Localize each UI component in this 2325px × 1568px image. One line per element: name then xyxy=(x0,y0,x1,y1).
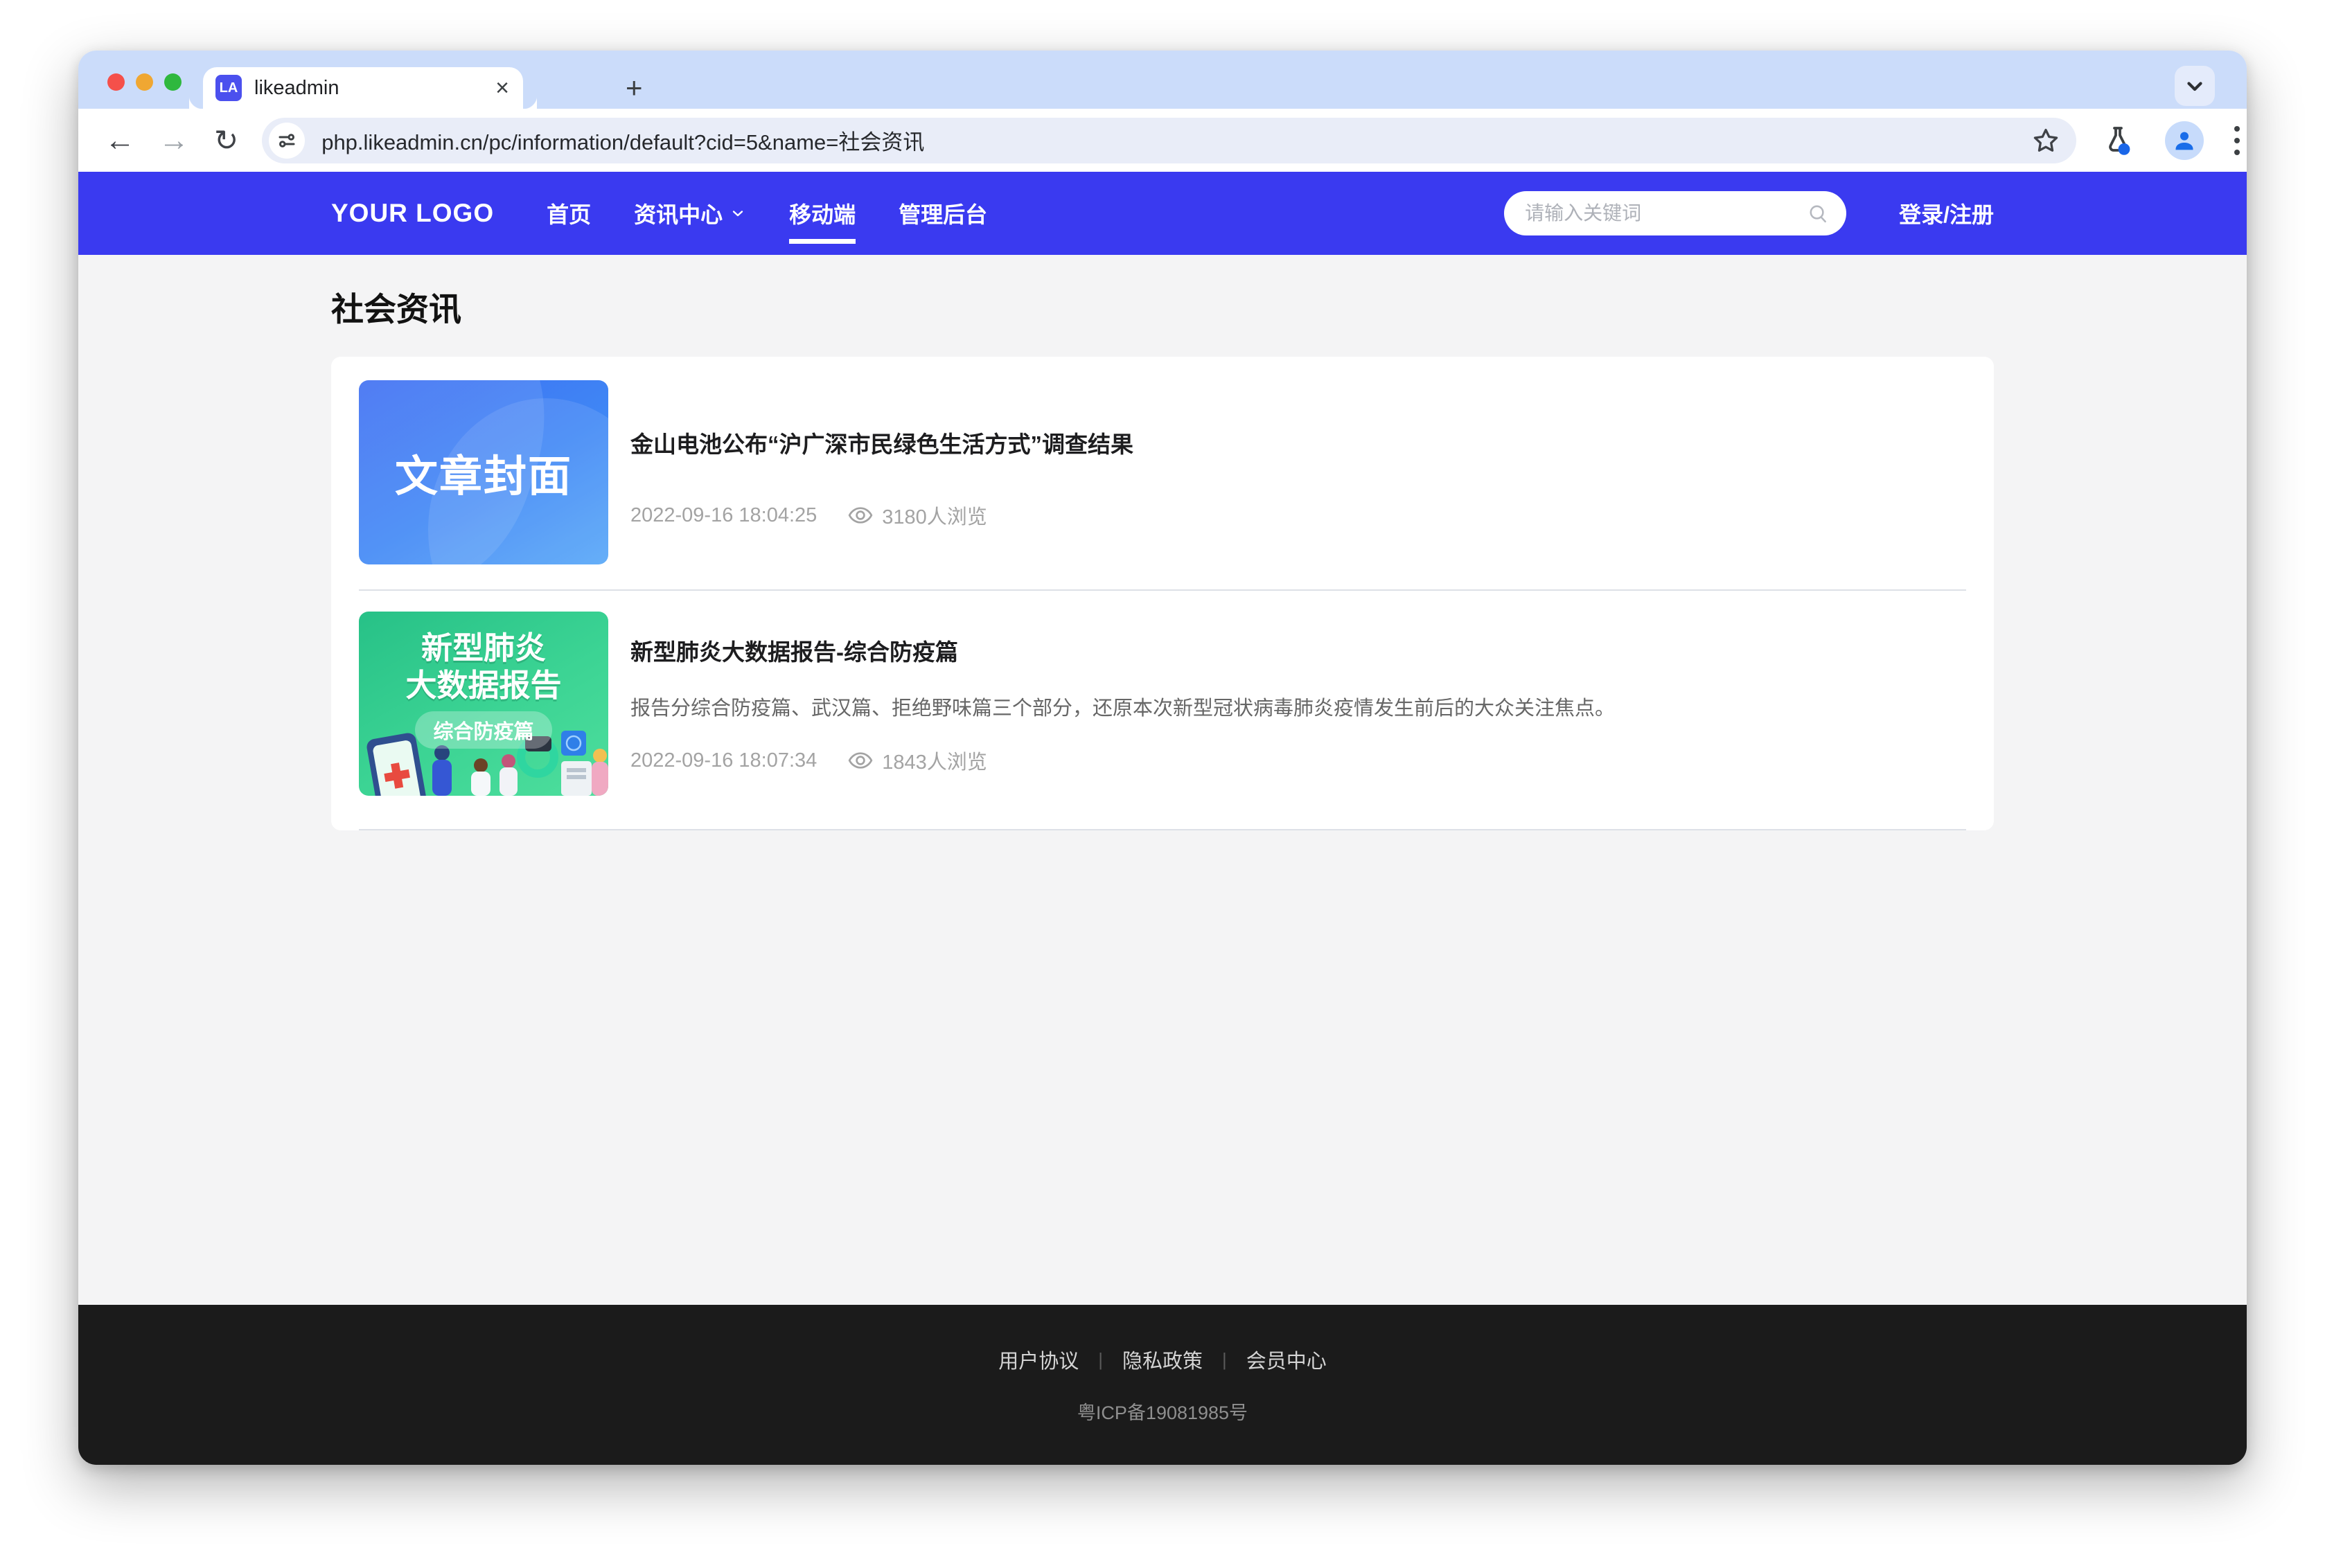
zoom-window-button[interactable] xyxy=(164,73,182,91)
nav-item-news-center[interactable]: 资讯中心 xyxy=(634,172,746,255)
close-window-button[interactable] xyxy=(107,73,125,91)
thumbnail-title-line1: 新型肺炎 xyxy=(359,630,608,667)
site-settings-icon[interactable] xyxy=(269,123,305,159)
reload-icon[interactable]: ↻ xyxy=(214,123,238,157)
tab-search-button[interactable] xyxy=(2175,66,2215,106)
chevron-down-icon xyxy=(2183,74,2207,98)
keyword-search-box[interactable] xyxy=(1504,191,1846,235)
article-thumbnail[interactable]: 文章封面 xyxy=(359,380,608,564)
footer-separator: | xyxy=(1098,1349,1103,1371)
window-controls xyxy=(107,73,182,91)
tab-close-icon[interactable]: × xyxy=(495,76,509,100)
tab-title: likeadmin xyxy=(254,77,495,100)
thumbnail-title-line2: 大数据报告 xyxy=(359,667,608,704)
article-info: 金山电池公布“沪广深市民绿色生活方式”调查结果 2022-09-16 18:04… xyxy=(630,380,1966,564)
address-bar[interactable]: php.likeadmin.cn/pc/information/default?… xyxy=(262,118,2076,163)
new-tab-button[interactable]: + xyxy=(626,75,643,100)
nav-item-mobile[interactable]: 移动端 xyxy=(789,172,856,255)
site-viewport: YOUR LOGO 首页 资讯中心 移动端 管理后 xyxy=(78,172,2247,1465)
article-info: 新型肺炎大数据报告-综合防疫篇 报告分综合防疫篇、武汉篇、拒绝野味篇三个部分，还… xyxy=(630,612,1966,796)
icp-record-number: 粤ICP备19081985号 xyxy=(1077,1398,1248,1425)
nav-menu: 首页 资讯中心 移动端 管理后台 xyxy=(547,172,987,255)
row-divider xyxy=(359,829,1966,830)
footer-link-member-center[interactable]: 会员中心 xyxy=(1246,1345,1327,1374)
forward-icon[interactable]: → xyxy=(159,123,189,158)
search-input[interactable] xyxy=(1504,191,1846,235)
tab-strip: LA likeadmin × + xyxy=(78,51,2247,109)
article-views-text: 1843人浏览 xyxy=(882,746,987,775)
site-footer: 用户协议 | 隐私政策 | 会员中心 粤ICP备19081985号 xyxy=(78,1305,2247,1465)
nav-item-admin[interactable]: 管理后台 xyxy=(899,172,987,255)
browser-window: LA likeadmin × + ← → ↻ php.likeadmin.cn/… xyxy=(78,51,2247,1465)
eye-icon xyxy=(847,505,874,526)
bookmark-star-icon[interactable] xyxy=(2031,125,2061,156)
article-date: 2022-09-16 18:07:34 xyxy=(630,749,817,772)
footer-link-privacy-policy[interactable]: 隐私政策 xyxy=(1122,1345,1203,1374)
article-row[interactable]: 文章封面 金山电池公布“沪广深市民绿色生活方式”调查结果 2022-09-16 … xyxy=(359,357,1966,589)
article-views-text: 3180人浏览 xyxy=(882,501,987,530)
browser-menu-icon[interactable] xyxy=(2234,126,2240,155)
nav-item-home[interactable]: 首页 xyxy=(547,172,591,255)
site-navbar: YOUR LOGO 首页 资讯中心 移动端 管理后 xyxy=(78,172,2247,255)
search-icon[interactable] xyxy=(1806,202,1830,225)
experiments-flask-icon[interactable] xyxy=(2101,124,2134,157)
minimize-window-button[interactable] xyxy=(136,73,153,91)
page-title: 社会资讯 xyxy=(331,255,1994,330)
url-text[interactable]: php.likeadmin.cn/pc/information/default?… xyxy=(321,125,2022,156)
article-views: 1843人浏览 xyxy=(847,746,987,775)
article-row[interactable]: 新型肺炎 大数据报告 综合防疫篇 xyxy=(359,591,1966,829)
article-list-card: 文章封面 金山电池公布“沪广深市民绿色生活方式”调查结果 2022-09-16 … xyxy=(331,357,1994,830)
article-meta: 2022-09-16 18:07:34 1843人浏览 xyxy=(630,746,1966,775)
eye-icon xyxy=(847,750,874,771)
thumbnail-cover-text: 文章封面 xyxy=(359,380,608,564)
article-date: 2022-09-16 18:04:25 xyxy=(630,504,817,527)
login-register-link[interactable]: 登录/注册 xyxy=(1899,197,1994,229)
footer-link-user-agreement[interactable]: 用户协议 xyxy=(998,1345,1079,1374)
article-description: 报告分综合防疫篇、武汉篇、拒绝野味篇三个部分，还原本次新型冠状病毒肺炎疫情发生前… xyxy=(630,692,1966,721)
article-title[interactable]: 新型肺炎大数据报告-综合防疫篇 xyxy=(630,634,1966,667)
page-main: 社会资讯 文章封面 金山电池公布“沪广深市民绿色生活方式”调查结果 2022-0… xyxy=(78,255,2247,1305)
article-meta: 2022-09-16 18:04:25 3180人浏览 xyxy=(630,501,1966,530)
footer-separator: | xyxy=(1222,1349,1227,1371)
article-views: 3180人浏览 xyxy=(847,501,987,530)
browser-profile-avatar[interactable] xyxy=(2165,121,2204,160)
article-title[interactable]: 金山电池公布“沪广深市民绿色生活方式”调查结果 xyxy=(630,426,1966,459)
article-thumbnail[interactable]: 新型肺炎 大数据报告 综合防疫篇 xyxy=(359,612,608,796)
browser-tab[interactable]: LA likeadmin × xyxy=(203,67,523,109)
thumbnail-badge: 综合防疫篇 xyxy=(415,711,551,749)
site-logo[interactable]: YOUR LOGO xyxy=(331,199,494,228)
back-icon[interactable]: ← xyxy=(105,123,135,158)
footer-links: 用户协议 | 隐私政策 | 会员中心 xyxy=(998,1345,1327,1374)
person-icon xyxy=(2171,127,2198,154)
chevron-down-icon xyxy=(730,205,746,222)
browser-toolbar: ← → ↻ php.likeadmin.cn/pc/information/de… xyxy=(78,109,2247,172)
site-favicon: LA xyxy=(215,75,242,101)
toolbar-right xyxy=(2101,121,2247,160)
